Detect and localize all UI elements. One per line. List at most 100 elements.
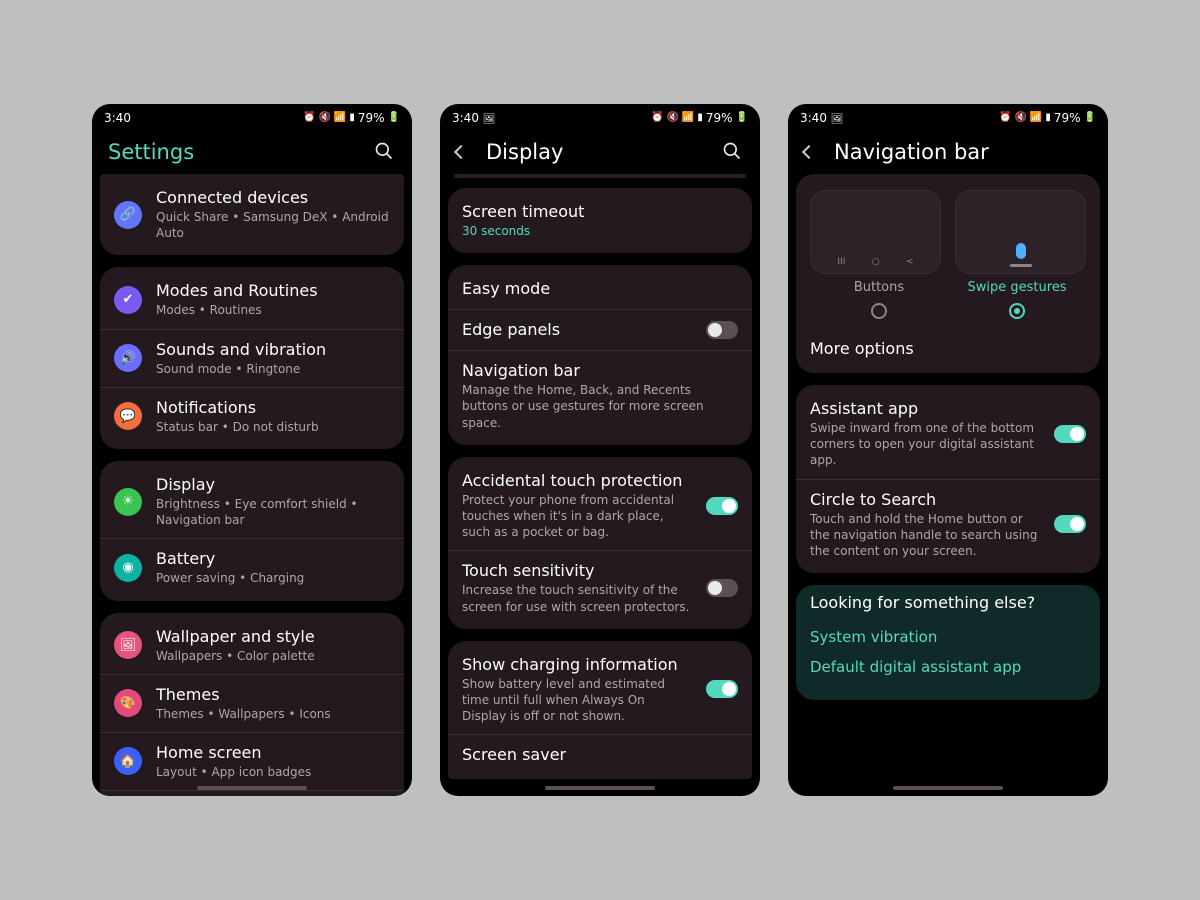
navbar-settings[interactable]: III○< Buttons Swipe gestures More opt bbox=[788, 174, 1108, 796]
group-nav-type: III○< Buttons Swipe gestures More opt bbox=[796, 174, 1100, 373]
circle-search-toggle[interactable] bbox=[1054, 515, 1086, 533]
wifi-icon: 📶 bbox=[682, 113, 694, 123]
row-label: Show charging information bbox=[462, 655, 692, 675]
alarm-icon: ⏰ bbox=[999, 113, 1011, 123]
wifi-icon: 📶 bbox=[334, 113, 346, 123]
row-touch-sensitivity[interactable]: Touch sensitivity Increase the touch sen… bbox=[448, 550, 752, 624]
option-swipe-gestures[interactable]: Swipe gestures bbox=[948, 280, 1086, 319]
mute-icon: 🔇 bbox=[1014, 113, 1026, 123]
row-label: Notifications bbox=[156, 398, 390, 418]
recents-icon: III bbox=[837, 257, 845, 267]
row-sub: Quick Share • Samsung DeX • Android Auto bbox=[156, 209, 390, 241]
radio-swipe[interactable] bbox=[1009, 303, 1025, 319]
back-button[interactable] bbox=[456, 143, 474, 161]
gesture-handle[interactable] bbox=[893, 786, 1003, 790]
row-sub: Swipe inward from one of the bottom corn… bbox=[810, 420, 1040, 469]
row-label: Themes bbox=[156, 685, 390, 705]
display-list[interactable]: Screen timeout 30 seconds Easy mode Edge… bbox=[440, 174, 760, 796]
row-label: Edge panels bbox=[462, 320, 692, 340]
row-sub: Power saving • Charging bbox=[156, 570, 390, 586]
status-time-wrap: 3:40 🖼 bbox=[800, 111, 843, 125]
row-circle-to-search[interactable]: Circle to Search Touch and hold the Home… bbox=[796, 479, 1100, 570]
row-sounds-vibration[interactable]: 🔊 Sounds and vibration Sound mode • Ring… bbox=[100, 329, 404, 387]
gesture-pill-icon bbox=[1010, 264, 1032, 267]
row-label: Circle to Search bbox=[810, 490, 1040, 510]
group-connected: 🔗 Connected devices Quick Share • Samsun… bbox=[100, 174, 404, 255]
themes-icon: 🎨 bbox=[114, 689, 142, 717]
row-sub: Status bar • Do not disturb bbox=[156, 419, 390, 435]
page-title: Display bbox=[486, 140, 563, 164]
option-buttons[interactable]: Buttons bbox=[810, 280, 948, 319]
row-screen-saver[interactable]: Screen saver bbox=[448, 734, 752, 775]
gesture-handle[interactable] bbox=[545, 786, 655, 790]
row-wallpaper[interactable]: 🖼 Wallpaper and style Wallpapers • Color… bbox=[100, 617, 404, 674]
link-system-vibration[interactable]: System vibration bbox=[810, 622, 1086, 652]
row-home-screen[interactable]: 🏠 Home screen Layout • App icon badges bbox=[100, 732, 404, 790]
search-button[interactable] bbox=[722, 141, 744, 163]
display-icon: ☀ bbox=[114, 488, 142, 516]
row-sub: Increase the touch sensitivity of the sc… bbox=[462, 582, 692, 614]
row-battery[interactable]: ◉ Battery Power saving • Charging bbox=[100, 538, 404, 596]
row-lock-screen[interactable]: 🔒 Lock screen and AOD bbox=[100, 790, 404, 796]
row-easy-mode[interactable]: Easy mode bbox=[448, 269, 752, 309]
row-sub: Themes • Wallpapers • Icons bbox=[156, 706, 390, 722]
row-display[interactable]: ☀ Display Brightness • Eye comfort shiel… bbox=[100, 465, 404, 538]
row-charging-info[interactable]: Show charging information Show battery l… bbox=[448, 645, 752, 735]
accidental-touch-toggle[interactable] bbox=[706, 497, 738, 515]
row-connected-devices[interactable]: 🔗 Connected devices Quick Share • Samsun… bbox=[100, 178, 404, 251]
status-time: 3:40 bbox=[800, 111, 827, 125]
chevron-left-icon bbox=[454, 145, 468, 159]
status-bar: 3:40 🖼 ⏰ 🔇 📶 ▮ 79% 🔋 bbox=[440, 104, 760, 132]
row-navigation-bar[interactable]: Navigation bar Manage the Home, Back, an… bbox=[448, 350, 752, 441]
row-accidental-touch[interactable]: Accidental touch protection Protect your… bbox=[448, 461, 752, 551]
gesture-handle[interactable] bbox=[197, 786, 307, 790]
phone-navbar: 3:40 🖼 ⏰ 🔇 📶 ▮ 79% 🔋 Navigation bar III○… bbox=[788, 104, 1108, 796]
link-default-assistant[interactable]: Default digital assistant app bbox=[810, 652, 1086, 682]
row-modes-routines[interactable]: ✔ Modes and Routines Modes • Routines bbox=[100, 271, 404, 328]
edge-panels-toggle[interactable] bbox=[706, 321, 738, 339]
row-label: Assistant app bbox=[810, 399, 1040, 419]
row-label: Accidental touch protection bbox=[462, 471, 692, 491]
battery-icon: 🔋 bbox=[736, 113, 748, 123]
charging-info-toggle[interactable] bbox=[706, 680, 738, 698]
row-label: Wallpaper and style bbox=[156, 627, 390, 647]
status-right: ⏰ 🔇 📶 ▮ 79% 🔋 bbox=[999, 111, 1096, 125]
scroll-indicator bbox=[454, 174, 746, 178]
assistant-toggle[interactable] bbox=[1054, 425, 1086, 443]
row-label: Modes and Routines bbox=[156, 281, 390, 301]
option-label: Swipe gestures bbox=[948, 280, 1086, 295]
status-time: 3:40 bbox=[104, 111, 131, 125]
home-icon: 🏠 bbox=[114, 747, 142, 775]
nav-type-options: Buttons Swipe gestures bbox=[796, 274, 1100, 329]
row-assistant-app[interactable]: Assistant app Swipe inward from one of t… bbox=[796, 389, 1100, 479]
group-suggestions: Looking for something else? System vibra… bbox=[796, 585, 1100, 700]
wallpaper-icon: 🖼 bbox=[114, 631, 142, 659]
mute-icon: 🔇 bbox=[318, 113, 330, 123]
settings-list[interactable]: 🔗 Connected devices Quick Share • Samsun… bbox=[92, 174, 412, 796]
row-label: Easy mode bbox=[462, 279, 738, 299]
row-sub: Manage the Home, Back, and Recents butto… bbox=[462, 382, 738, 431]
preview-gestures[interactable] bbox=[955, 190, 1086, 274]
mute-icon: 🔇 bbox=[666, 113, 678, 123]
row-themes[interactable]: 🎨 Themes Themes • Wallpapers • Icons bbox=[100, 674, 404, 732]
group-assistant-circle: Assistant app Swipe inward from one of t… bbox=[796, 385, 1100, 573]
picture-icon: 🖼 bbox=[831, 114, 844, 125]
alarm-icon: ⏰ bbox=[303, 113, 315, 123]
back-button[interactable] bbox=[804, 143, 822, 161]
search-button[interactable] bbox=[374, 141, 396, 163]
radio-buttons[interactable] bbox=[871, 303, 887, 319]
row-more-options[interactable]: More options bbox=[796, 329, 1100, 369]
row-edge-panels[interactable]: Edge panels bbox=[448, 309, 752, 350]
preview-buttons[interactable]: III○< bbox=[810, 190, 941, 274]
back-shape-icon: < bbox=[906, 257, 914, 267]
row-sub: Touch and hold the Home button or the na… bbox=[810, 511, 1040, 560]
group-modes-sounds-notif: ✔ Modes and Routines Modes • Routines 🔊 … bbox=[100, 267, 404, 449]
touch-sensitivity-toggle[interactable] bbox=[706, 579, 738, 597]
row-sub: Wallpapers • Color palette bbox=[156, 648, 390, 664]
group-touch: Accidental touch protection Protect your… bbox=[448, 457, 752, 629]
row-notifications[interactable]: 💬 Notifications Status bar • Do not dist… bbox=[100, 387, 404, 445]
row-screen-timeout[interactable]: Screen timeout 30 seconds bbox=[448, 192, 752, 249]
row-label: Home screen bbox=[156, 743, 390, 763]
group-charging-saver: Show charging information Show battery l… bbox=[448, 641, 752, 780]
header: Display bbox=[440, 132, 760, 174]
